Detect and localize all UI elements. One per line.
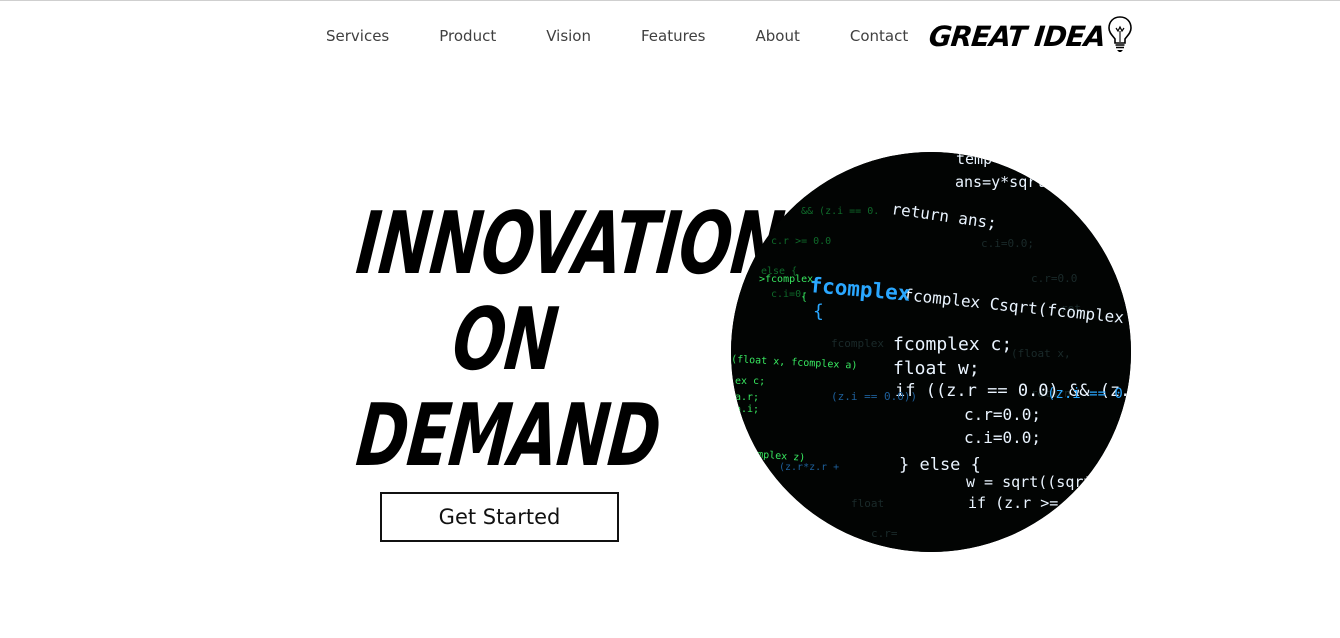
nav-about[interactable]: About: [755, 25, 799, 47]
code-image-svg: c.i=0.0; c.r=0.0 ret fcomplex (float x, …: [731, 152, 1131, 552]
get-started-button[interactable]: Get Started: [380, 492, 619, 542]
svg-text:fcomplex: fcomplex: [831, 337, 884, 350]
code-line: ex c;: [735, 376, 765, 387]
svg-text:>fcomplex: >fcomplex: [759, 274, 813, 285]
code-line: float w;: [893, 358, 980, 379]
logo-text: GREAT IDEA: [927, 19, 1107, 53]
code-line: {: [813, 301, 824, 322]
svg-text:float: float: [851, 497, 884, 510]
code-line: if (z.r >= 0.0){: [968, 494, 1113, 512]
nav-services[interactable]: Services: [326, 25, 389, 47]
site-logo[interactable]: GREAT IDEA: [927, 15, 1133, 57]
hero-line-2: ON: [448, 290, 562, 390]
svg-text:c.r=: c.r=: [871, 527, 898, 540]
code-line: c.r=0.0;: [964, 405, 1041, 424]
svg-text:a.r;: a.r;: [735, 392, 759, 403]
code-line: fcomplex c;: [893, 334, 1012, 355]
nav-contact[interactable]: Contact: [850, 25, 908, 47]
hero-line-1: INNOVATION: [352, 194, 788, 294]
main-nav: Services Product Vision Features About C…: [326, 25, 908, 47]
svg-text:&& (z.i == 0.: && (z.i == 0.: [801, 206, 879, 217]
svg-text:c.i=0.0;: c.i=0.0;: [981, 237, 1034, 250]
svg-text:{: {: [801, 292, 807, 303]
nav-vision[interactable]: Vision: [546, 25, 591, 47]
svg-text:c.r >= 0.0: c.r >= 0.0: [771, 236, 831, 247]
nav-product[interactable]: Product: [439, 25, 496, 47]
svg-text:(z.i == 0.0)): (z.i == 0.0)): [831, 390, 917, 403]
code-line: temp=x/y;: [956, 152, 1037, 168]
code-line: c.i=0.0;: [964, 428, 1041, 447]
code-line: ans=y*sqrt(1.0+temp*te: [955, 173, 1131, 191]
code-line: } else {: [899, 455, 981, 475]
lightbulb-icon: [1107, 15, 1133, 57]
nav-features[interactable]: Features: [641, 25, 706, 47]
svg-text:(float x,: (float x,: [1011, 347, 1071, 360]
code-image: c.i=0.0; c.r=0.0 ret fcomplex (float x, …: [731, 152, 1131, 552]
svg-text:(z.i == 0.0)): (z.i == 0.0)): [1047, 386, 1131, 402]
code-line: w = sqrt((sqrt(z.r: [966, 473, 1129, 491]
svg-text:(z.r*z.r +: (z.r*z.r +: [779, 462, 839, 473]
hero-line-3: DEMAND: [352, 386, 665, 486]
hero-headline: INNOVATION ON DEMAND: [300, 194, 788, 486]
svg-text:a.i;: a.i;: [735, 404, 759, 415]
svg-text:c.r=0.0: c.r=0.0: [1031, 272, 1077, 285]
page: Services Product Vision Features About C…: [0, 0, 1340, 638]
